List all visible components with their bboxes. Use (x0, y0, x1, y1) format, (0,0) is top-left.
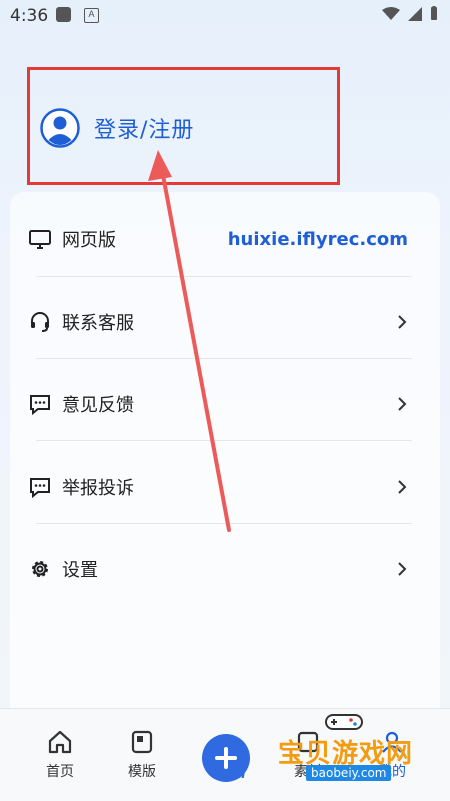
tab-home[interactable]: 首页 (30, 729, 90, 781)
home-icon (48, 730, 72, 754)
watermark: 宝贝游戏网 baobeiy.com (276, 705, 426, 785)
tab-label: 模版 (128, 764, 156, 780)
template-icon (131, 730, 153, 754)
tab-label: 首页 (46, 764, 74, 780)
watermark-url: baobeiy.com (306, 765, 392, 781)
ai-badge-label: AI (232, 767, 246, 781)
annotation-arrow (148, 150, 231, 532)
tab-templates[interactable]: 模版 (112, 729, 172, 781)
gamepad-icon (325, 714, 363, 730)
